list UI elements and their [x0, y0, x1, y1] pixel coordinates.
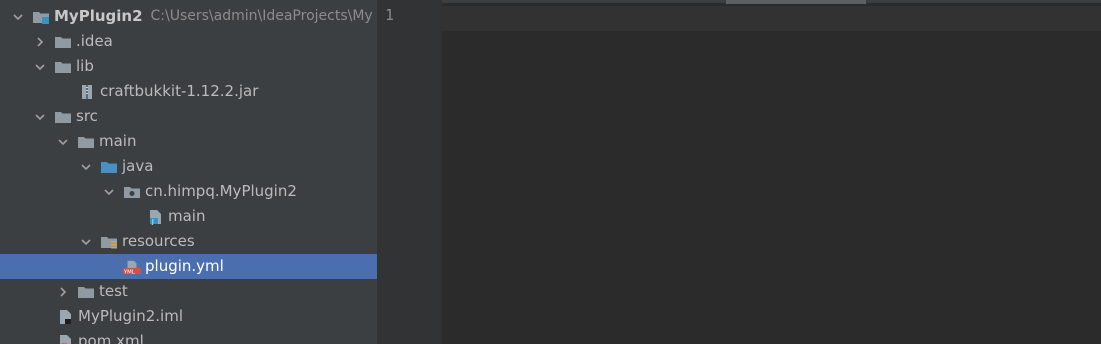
tree-item-label: plugin.yml	[145, 257, 224, 275]
tree-item-main-folder[interactable]: main	[0, 129, 377, 154]
ide-window: MyPlugin2 C:\Users\admin\IdeaProjects\My…	[0, 0, 1101, 344]
folder-icon	[77, 134, 95, 150]
package-icon	[123, 184, 141, 200]
maven-file-icon: m	[56, 334, 74, 344]
chevron-down-icon[interactable]	[78, 234, 94, 250]
project-path: C:\Users\admin\IdeaProjects\My	[150, 8, 373, 24]
tree-item-label: main	[168, 207, 206, 225]
tree-item-label: MyPlugin2.iml	[78, 307, 183, 325]
active-tab-indicator	[726, 0, 866, 4]
svg-text:m: m	[61, 341, 68, 344]
tree-item-label: main	[99, 132, 137, 150]
tree-item-jar-file[interactable]: craftbukkit-1.12.2.jar	[0, 79, 377, 104]
jar-archive-icon	[78, 84, 96, 100]
tree-item-lib-folder[interactable]: lib	[0, 54, 377, 79]
chevron-right-icon[interactable]	[55, 284, 71, 300]
tree-item-resources-folder[interactable]: resources	[0, 229, 377, 254]
tree-item-label: .idea	[76, 32, 113, 50]
tree-item-label: pom.xml	[78, 332, 144, 344]
module-folder-icon	[32, 9, 50, 25]
tree-item-package[interactable]: cn.himpq.MyPlugin2	[0, 179, 377, 204]
chevron-down-icon[interactable]	[101, 184, 117, 200]
tree-item-label: lib	[76, 57, 94, 75]
yml-file-icon: YML	[123, 259, 141, 275]
chevron-down-icon[interactable]	[32, 109, 48, 125]
tree-item-src-folder[interactable]: src	[0, 104, 377, 129]
current-line-highlight	[442, 6, 1101, 31]
tree-item-java-folder[interactable]: java	[0, 154, 377, 179]
tree-item-iml-file[interactable]: MyPlugin2.iml	[0, 304, 377, 329]
chevron-down-icon[interactable]	[10, 9, 26, 25]
chevron-down-icon[interactable]	[55, 134, 71, 150]
resources-folder-icon	[100, 234, 118, 250]
folder-icon	[54, 34, 72, 50]
folder-icon	[54, 59, 72, 75]
tree-item-label: java	[122, 157, 154, 175]
tree-item-plugin-yml[interactable]: YML plugin.yml	[0, 254, 377, 279]
tree-item-label: cn.himpq.MyPlugin2	[145, 182, 297, 200]
project-tree-panel: MyPlugin2 C:\Users\admin\IdeaProjects\My…	[0, 0, 377, 344]
tree-item-test-folder[interactable]: test	[0, 279, 377, 304]
code-editor[interactable]	[442, 0, 1101, 344]
tree-item-label: resources	[122, 232, 195, 250]
svg-text:J: J	[151, 218, 154, 225]
chevron-down-icon[interactable]	[78, 159, 94, 175]
tree-item-label: MyPlugin2	[54, 7, 143, 25]
chevron-right-icon[interactable]	[32, 34, 48, 50]
folder-icon	[77, 284, 95, 300]
chevron-down-icon[interactable]	[32, 59, 48, 75]
tree-item-pom-file[interactable]: m pom.xml	[0, 329, 377, 344]
folder-icon	[54, 109, 72, 125]
svg-text:YML: YML	[123, 269, 135, 275]
tree-item-module-root[interactable]: MyPlugin2 C:\Users\admin\IdeaProjects\My	[0, 4, 377, 29]
tree-item-label: test	[99, 282, 128, 300]
line-number: 1	[385, 6, 395, 24]
editor-gutter: 1	[377, 0, 442, 344]
tree-item-idea-folder[interactable]: .idea	[0, 29, 377, 54]
tree-item-label: src	[76, 107, 98, 125]
source-root-folder-icon	[100, 159, 118, 175]
java-file-icon: J	[146, 209, 164, 225]
tree-item-label: craftbukkit-1.12.2.jar	[100, 82, 259, 100]
tree-item-java-file[interactable]: J main	[0, 204, 377, 229]
iml-file-icon	[56, 309, 74, 325]
